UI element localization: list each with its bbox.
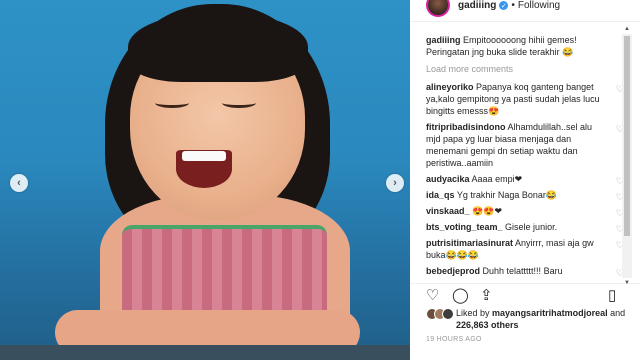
post-side-panel: gadiiing ✓ • Following gadiiing Empitooo… — [410, 0, 640, 360]
caption-username[interactable]: gadiiing — [426, 35, 461, 45]
comment-text: 😍😍❤ — [472, 206, 502, 216]
comment-item: audyacika Aaaa empi❤ ♡ — [426, 173, 628, 186]
author-username[interactable]: gadiiing — [458, 0, 496, 11]
comment-username[interactable]: bebedjeprod — [426, 266, 480, 276]
next-slide-button[interactable]: › — [386, 174, 404, 192]
comment-item: bebedjeprod Duhh telattttt!!! Baru ♡ — [426, 265, 628, 278]
instagram-post-view: ‹ › gadiiing ✓ • Following gadiiing Empi… — [0, 0, 640, 360]
comment-username[interactable]: audyacika — [426, 174, 470, 184]
post-timestamp[interactable]: 19 HOURS AGO — [426, 336, 482, 343]
comment-username[interactable]: fitripribadisindono — [426, 122, 506, 132]
post-action-bar: ♡ ◯ ⇪ ▯ — [410, 283, 640, 305]
comment-username[interactable]: alineyoriko — [426, 82, 474, 92]
photo-bangs — [128, 12, 308, 82]
photo-eye-left — [155, 98, 189, 108]
header-separator: • — [511, 0, 515, 11]
verified-badge-icon: ✓ — [499, 1, 509, 10]
liker-avatars — [426, 308, 454, 322]
comment-item: bts_voting_team_ Gisele junior. ♡ — [426, 221, 628, 234]
comment-text: Aaaa empi❤ — [471, 174, 523, 184]
following-button[interactable]: Following — [518, 0, 560, 11]
liker-username[interactable]: mayangsaritrihatmodjoreal — [492, 308, 608, 318]
comments-scrollbar[interactable]: ▲ ▼ — [622, 26, 632, 286]
comment-item: putrisitimariasinurat Anyirrr, masi aja … — [426, 237, 628, 261]
comment-bubble-icon[interactable]: ◯ — [452, 286, 469, 304]
post-caption: gadiiing Empitoooooong hihii gemes! Peri… — [426, 34, 628, 58]
post-photo[interactable]: ‹ › — [0, 0, 410, 360]
photo-eye-right — [222, 98, 256, 108]
comment-item: alineyoriko Papanya koq ganteng banget y… — [426, 81, 628, 117]
load-more-comments-link[interactable]: Load more comments — [426, 63, 628, 75]
likes-prefix: Liked by — [456, 308, 490, 318]
save-bookmark-icon[interactable]: ▯ — [608, 286, 616, 304]
comment-text: Yg trakhir Naga Bonar😂 — [456, 190, 558, 200]
like-heart-icon[interactable]: ♡ — [426, 286, 439, 304]
likes-text: Liked by mayangsaritrihatmodjoreal and 2… — [426, 307, 640, 331]
scrollbar-thumb[interactable] — [624, 36, 630, 236]
author-avatar[interactable] — [426, 0, 450, 17]
comment-item: vinskaad_ 😍😍❤ ♡ — [426, 205, 628, 218]
comment-username[interactable]: vinskaad_ — [426, 206, 470, 216]
comment-text: Gisele junior. — [505, 222, 558, 232]
comment-username[interactable]: bts_voting_team_ — [426, 222, 503, 232]
likes-count-link[interactable]: 226,863 others — [456, 320, 519, 330]
liker-avatar — [442, 308, 454, 320]
comments-list: gadiiing Empitoooooong hihii gemes! Peri… — [410, 34, 628, 282]
comment-username[interactable]: ida_qs — [426, 190, 455, 200]
previous-slide-button[interactable]: ‹ — [10, 174, 28, 192]
comment-item: fitripribadisindono Alhamdulillah..sel a… — [426, 121, 628, 169]
scroll-up-icon[interactable]: ▲ — [622, 25, 632, 33]
comment-username[interactable]: putrisitimariasinurat — [426, 238, 513, 248]
photo-teeth — [182, 151, 226, 161]
photo-pool-ledge — [0, 345, 410, 360]
likes-middle: and — [610, 308, 626, 318]
comment-text: Duhh telattttt!!! Baru — [482, 266, 563, 276]
likes-summary: Liked by mayangsaritrihatmodjoreal and 2… — [426, 307, 640, 331]
comment-item: ida_qs Yg trakhir Naga Bonar😂 ♡ — [426, 189, 628, 202]
post-header: gadiiing ✓ • Following — [410, 0, 640, 22]
share-icon[interactable]: ⇪ — [480, 286, 493, 304]
scroll-down-icon[interactable]: ▼ — [622, 279, 632, 287]
